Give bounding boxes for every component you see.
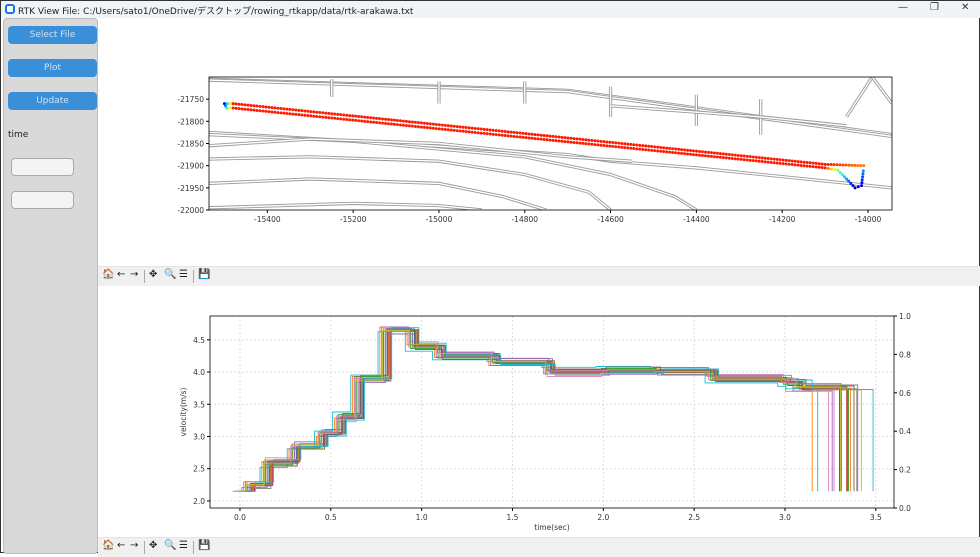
velocity-series-line (246, 327, 874, 492)
velocity-series-line (232, 331, 819, 492)
velocity-series-line (240, 329, 840, 492)
velocity-series-line (243, 333, 859, 492)
y-tick-label: 3.0 (193, 432, 205, 441)
x-axis-label: time(sec) (534, 523, 570, 532)
y2-tick-label: 0.0 (899, 504, 911, 513)
x-tick-label: 2.0 (597, 513, 609, 522)
velocity-series-line (243, 330, 848, 492)
velocity-series-line (245, 329, 840, 492)
x-tick-label: 1.5 (507, 513, 519, 522)
y2-tick-label: 0.2 (899, 466, 911, 475)
velocity-series-line (237, 330, 841, 492)
velocity-series-line (240, 328, 862, 492)
velocity-series-line (236, 330, 835, 492)
pan-icon[interactable]: ✥ (149, 540, 157, 551)
y-tick-label: 3.5 (193, 400, 205, 409)
velocity-series-line (241, 330, 848, 492)
velocity-series-line (240, 333, 842, 492)
y-tick-label: 4.0 (193, 368, 205, 377)
toolbar-separator (144, 541, 145, 554)
toolbar-bottom: 🏠 ← → ✥ 🔍 ☰ 💾 (98, 537, 980, 557)
velocity-series-line (242, 329, 849, 492)
plot-frame (209, 315, 895, 509)
save-icon[interactable]: 💾 (198, 540, 210, 551)
x-tick-label: 2.5 (688, 513, 700, 522)
velocity-series-line (244, 329, 858, 492)
y-tick-label: 2.5 (193, 465, 205, 474)
zoom-icon[interactable]: 🔍 (164, 540, 176, 551)
y-tick-label: 4.5 (193, 336, 205, 345)
velocity-series-line (238, 327, 830, 492)
x-tick-label: 0.5 (325, 513, 337, 522)
velocity-series-line (245, 331, 855, 492)
velocity-series-line (241, 328, 842, 492)
y2-tick-label: 0.4 (899, 427, 911, 436)
y2-tick-label: 0.6 (899, 389, 911, 398)
x-tick-label: 0.0 (234, 513, 246, 522)
velocity-series-line (236, 326, 833, 492)
x-tick-label: 1.0 (416, 513, 428, 522)
y-tick-label: 2.0 (193, 497, 205, 506)
velocity-series-line (238, 330, 850, 492)
home-icon[interactable]: 🏠 (102, 540, 114, 551)
back-icon[interactable]: ← (117, 540, 125, 551)
y2-tick-label: 1.0 (899, 312, 911, 321)
velocity-series-line (234, 326, 813, 492)
y2-tick-label: 0.8 (899, 350, 911, 359)
x-tick-label: 3.0 (779, 513, 791, 522)
configure-icon[interactable]: ☰ (179, 540, 188, 551)
velocity-plot[interactable]: 0.0 0.5 1.0 1.5 2.0 2.5 3.0 3.5 2.0 2.5 3.0 3.5 4.0 4… (1, 1, 980, 538)
y-axis-label: velocity(m/s) (179, 387, 188, 436)
velocity-series-line (243, 329, 851, 492)
forward-icon[interactable]: → (130, 540, 138, 551)
x-tick-label: 3.5 (870, 513, 882, 522)
toolbar-separator (193, 541, 194, 554)
